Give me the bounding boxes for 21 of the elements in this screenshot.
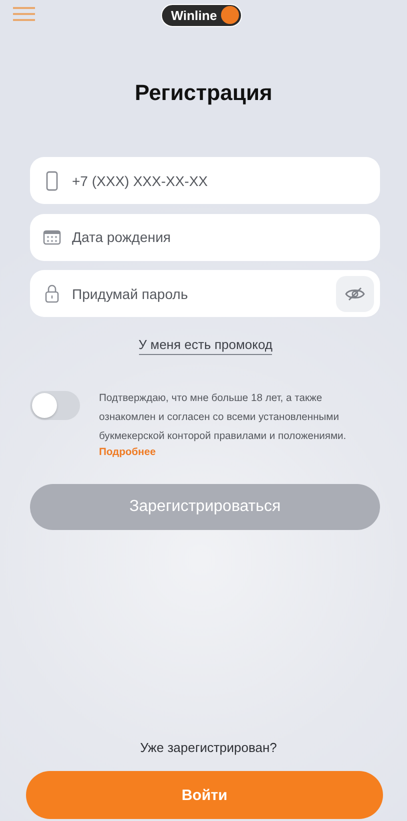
phone-field[interactable]: +7 (XXX) XXX-XX-XX [30,157,380,204]
phone-input[interactable]: +7 (XXX) XXX-XX-XX [72,172,374,188]
password-input[interactable]: Придумай пароль [72,286,326,302]
date-field[interactable]: Дата рождения [30,214,380,260]
phone-icon [46,170,58,190]
page-title: Регистрация [134,79,274,107]
logo: Winline [160,4,242,26]
login-button[interactable]: Войти [26,771,383,819]
details-link[interactable]: Подробнее [99,445,156,460]
calendar-icon [43,230,61,244]
promo-code-link[interactable]: У меня есть промокод [138,337,272,355]
login-prompt: Уже зарегистрирован? [140,740,277,755]
menu-icon [13,7,35,21]
lock-icon [45,284,59,303]
eye-crossed-icon [345,286,365,300]
consent-text: Подтверждаю, что мне больше 18 лет, а также ознакомлен и согласен со всеми установленными букмекерской конторой правилами и положениями. [99,393,346,442]
age-consent-toggle[interactable] [30,391,80,420]
password-field[interactable]: Придумай пароль [30,270,380,317]
date-input[interactable]: Дата рождения [72,229,374,245]
hide-password-button[interactable] [336,276,374,312]
menu-button[interactable] [12,7,36,23]
